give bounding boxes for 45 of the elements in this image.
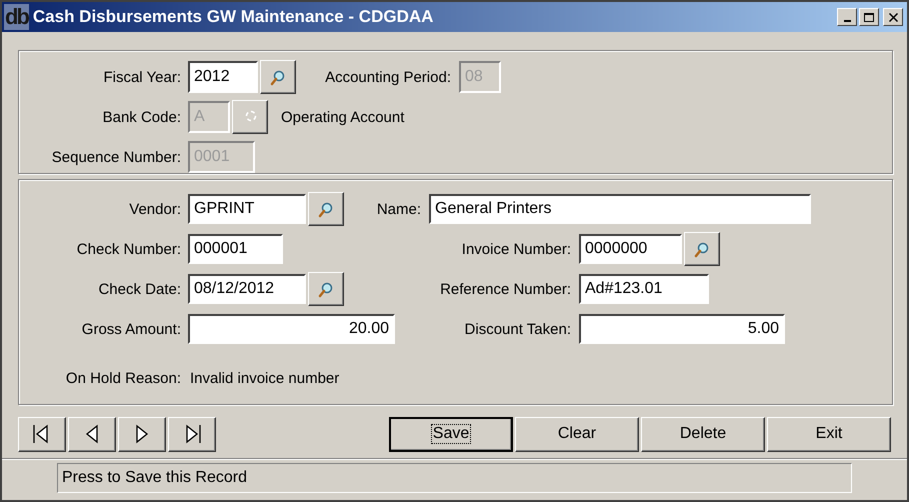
action-button[interactable]: Delete [641, 416, 765, 452]
nav-button[interactable] [18, 416, 66, 452]
status-text: Press to Save this Record [57, 463, 852, 493]
input-field[interactable]: 08/12/2012 [188, 274, 306, 304]
field-label: Reference Number: [439, 280, 572, 298]
field-label: Fiscal Year: [102, 68, 182, 86]
action-button[interactable]: Exit [767, 416, 891, 452]
nav-button[interactable] [68, 416, 116, 452]
maximize-button[interactable] [859, 8, 879, 26]
input-field[interactable]: 5.00 [579, 314, 785, 344]
input-field[interactable]: 000001 [188, 234, 283, 264]
window-title: Cash Disbursements GW Maintenance - CDGDAA [32, 7, 434, 27]
maximize-icon [864, 12, 874, 22]
field-label: Bank Code: [102, 108, 182, 126]
nav-button[interactable] [118, 416, 166, 452]
nav-button[interactable] [168, 416, 216, 452]
field-label: Sequence Number: [50, 148, 182, 166]
input-field[interactable]: 0000000 [579, 234, 682, 264]
field-label: Check Number: [76, 240, 182, 258]
field-label: Discount Taken: [464, 320, 572, 338]
close-button[interactable] [883, 8, 903, 26]
input-field[interactable]: General Printers [429, 194, 811, 224]
input-field[interactable]: 20.00 [188, 314, 395, 344]
search-button[interactable] [308, 272, 344, 306]
field-label: Name: [376, 200, 422, 218]
app-logo: db [4, 4, 29, 30]
account-name: Operating Account [281, 108, 404, 126]
field-label: Gross Amount: [80, 320, 182, 338]
close-icon [888, 12, 898, 22]
field-label: Check Date: [97, 280, 182, 298]
hold-reason: Invalid invoice number [189, 370, 340, 386]
field-label: On Hold Reason: [64, 370, 182, 386]
action-button[interactable]: Save [389, 416, 513, 452]
field-label: Invoice Number: [460, 240, 572, 258]
input-field[interactable]: 2012 [188, 61, 258, 93]
field-label: Accounting Period: [324, 68, 452, 86]
minimize-button[interactable] [837, 8, 857, 26]
search-button[interactable] [308, 192, 344, 226]
input-field[interactable]: GPRINT [188, 194, 306, 224]
input-field[interactable]: Ad#123.01 [579, 274, 709, 304]
field-label: Vendor: [128, 200, 182, 218]
search-button[interactable] [684, 232, 720, 266]
minimize-icon [844, 20, 850, 22]
action-button[interactable]: Clear [515, 416, 639, 452]
search-button[interactable] [260, 60, 296, 94]
